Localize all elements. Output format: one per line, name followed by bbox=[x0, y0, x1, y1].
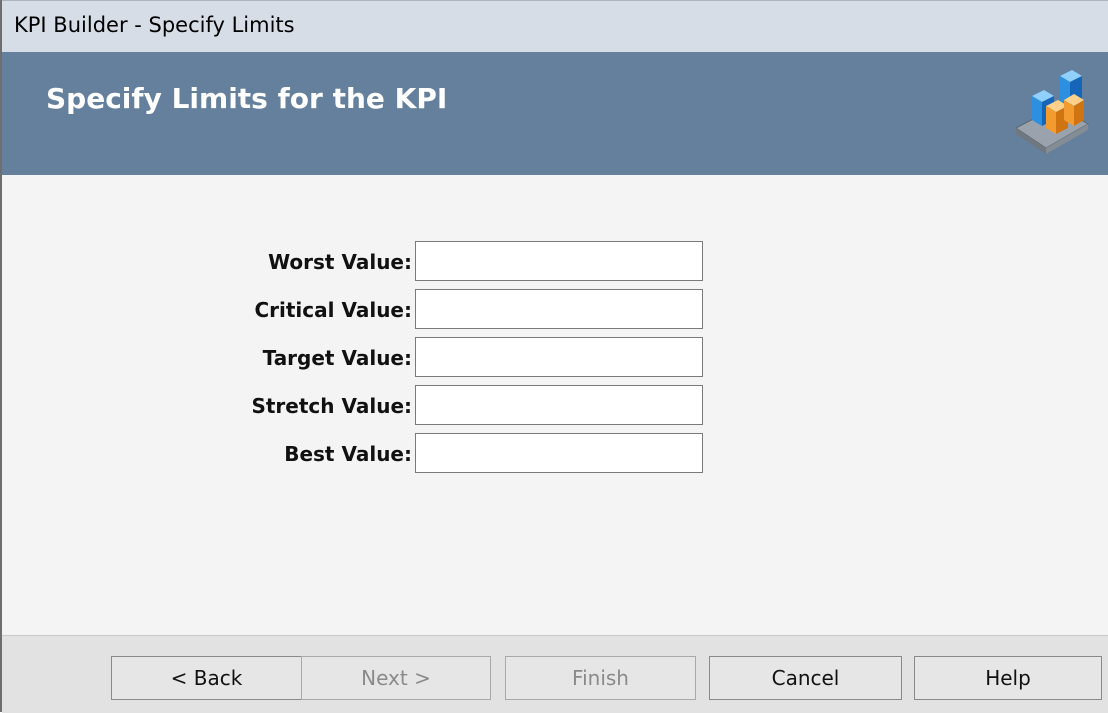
back-button[interactable]: < Back bbox=[111, 656, 302, 700]
kpi-bar-chart-icon bbox=[1015, 70, 1089, 154]
worst-value-label: Worst Value: bbox=[268, 250, 412, 274]
page-heading: Specify Limits for the KPI bbox=[46, 82, 448, 115]
window-title: KPI Builder - Specify Limits bbox=[14, 13, 295, 37]
stretch-value-row: Stretch Value: bbox=[2, 385, 1108, 425]
stretch-value-input[interactable] bbox=[415, 385, 703, 425]
stretch-value-label: Stretch Value: bbox=[251, 394, 412, 418]
kpi-builder-window: KPI Builder - Specify Limits Specify Lim… bbox=[0, 0, 1108, 713]
title-bar: KPI Builder - Specify Limits bbox=[2, 0, 1108, 52]
cancel-button[interactable]: Cancel bbox=[709, 656, 902, 700]
worst-value-input[interactable] bbox=[415, 241, 703, 281]
target-value-row: Target Value: bbox=[2, 337, 1108, 377]
critical-value-input[interactable] bbox=[415, 289, 703, 329]
wizard-footer: < Back Next > Finish Cancel Help bbox=[2, 635, 1108, 713]
finish-button[interactable]: Finish bbox=[505, 656, 696, 700]
critical-value-label: Critical Value: bbox=[254, 298, 412, 322]
help-button[interactable]: Help bbox=[914, 656, 1102, 700]
best-value-input[interactable] bbox=[415, 433, 703, 473]
next-button[interactable]: Next > bbox=[301, 656, 491, 700]
worst-value-row: Worst Value: bbox=[2, 241, 1108, 281]
critical-value-row: Critical Value: bbox=[2, 289, 1108, 329]
best-value-label: Best Value: bbox=[284, 442, 412, 466]
limits-form: Worst Value: Critical Value: Target Valu… bbox=[2, 175, 1108, 635]
target-value-label: Target Value: bbox=[262, 346, 412, 370]
target-value-input[interactable] bbox=[415, 337, 703, 377]
best-value-row: Best Value: bbox=[2, 433, 1108, 473]
wizard-header: Specify Limits for the KPI bbox=[2, 52, 1108, 175]
